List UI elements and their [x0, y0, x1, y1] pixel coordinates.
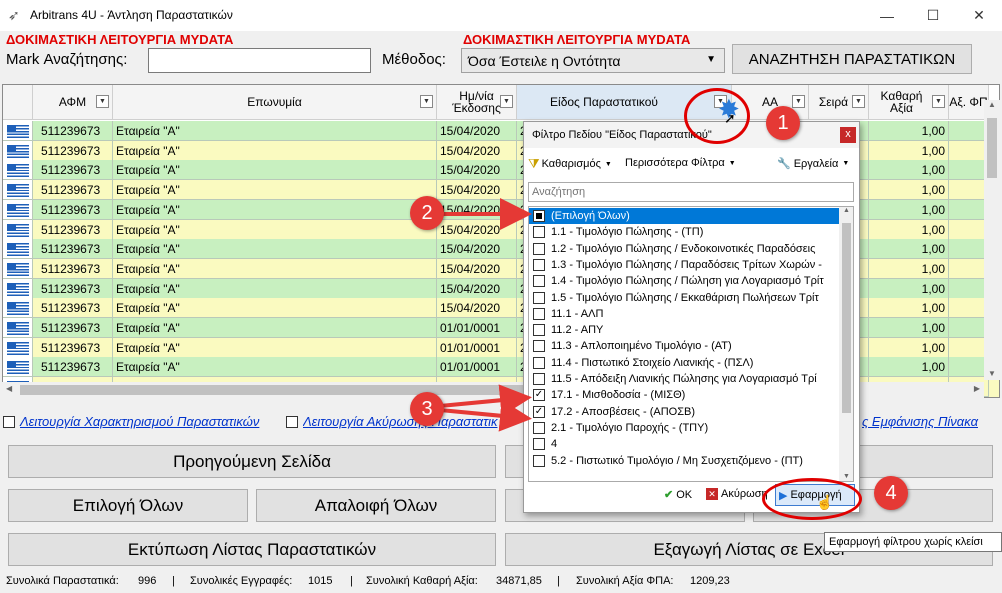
callout-3: 3	[410, 392, 444, 426]
arrow-3b	[439, 399, 532, 432]
arrow-3a	[439, 384, 532, 417]
annotation-arrows	[439, 198, 532, 432]
callout-4: 4	[874, 476, 908, 510]
callout-2: 2	[410, 196, 444, 230]
callout-1: 1	[766, 106, 800, 140]
